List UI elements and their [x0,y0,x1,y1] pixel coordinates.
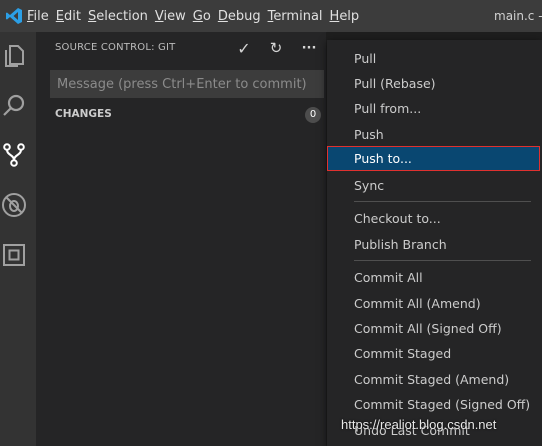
menu-item-push-to[interactable]: Push to... [327,146,540,171]
explorer-icon[interactable] [0,38,28,72]
window-title: main.c - [494,9,542,23]
menu-separator [354,201,531,202]
menu-terminal[interactable]: Terminal [268,9,330,24]
menu-item-publish-branch[interactable]: Publish Branch [327,232,540,257]
menu-file[interactable]: File [27,9,56,24]
menu-item-pull-from[interactable]: Pull from... [327,96,540,121]
search-icon[interactable] [0,88,28,122]
menu-item-commit-all-signed-off[interactable]: Commit All (Signed Off) [327,316,540,341]
menu-item-commit-staged-signed-off[interactable]: Commit Staged (Signed Off) [327,392,540,417]
changes-count-badge: 0 [305,107,321,123]
commit-message-input[interactable] [50,70,324,98]
menu-item-commit-all-amend[interactable]: Commit All (Amend) [327,291,540,316]
extensions-icon[interactable] [0,238,28,272]
vscode-logo-icon [0,0,27,32]
commit-check-icon[interactable]: ✓ [234,38,254,58]
changes-section-header[interactable]: CHANGES 0 [36,103,326,125]
activity-bar [0,32,36,446]
title-bar: File Edit Selection View Go Debug Termin… [0,0,542,32]
menu-view[interactable]: View [155,9,193,24]
menu-bar: File Edit Selection View Go Debug Termin… [27,0,366,32]
menu-item-commit-all[interactable]: Commit All [327,265,540,290]
watermark-text: https://realiot.blog.csdn.net [341,417,497,432]
debug-icon[interactable] [0,188,28,222]
menu-selection[interactable]: Selection [88,9,155,24]
menu-item-sync[interactable]: Sync [327,173,540,198]
menu-item-push[interactable]: Push [327,122,540,147]
more-actions-icon[interactable]: ··· [299,38,319,58]
source-control-icon[interactable] [0,138,28,172]
menu-go[interactable]: Go [193,9,218,24]
menu-item-checkout-to[interactable]: Checkout to... [327,206,540,231]
menu-debug[interactable]: Debug [218,9,268,24]
refresh-icon[interactable]: ↻ [266,38,286,58]
git-more-actions-menu: Pull Pull (Rebase) Pull from... Push Pus… [327,40,542,446]
menu-item-pull[interactable]: Pull [327,46,540,71]
menu-item-commit-staged-amend[interactable]: Commit Staged (Amend) [327,367,540,392]
menu-item-commit-staged[interactable]: Commit Staged [327,341,540,366]
menu-edit[interactable]: Edit [56,9,88,24]
menu-item-pull-rebase[interactable]: Pull (Rebase) [327,71,540,96]
source-control-title: SOURCE CONTROL: GIT [55,42,176,53]
changes-label: CHANGES [55,108,112,120]
menu-help[interactable]: Help [330,9,367,24]
source-control-header: SOURCE CONTROL: GIT ✓ ↻ ··· [36,32,326,64]
menu-separator [354,260,531,261]
